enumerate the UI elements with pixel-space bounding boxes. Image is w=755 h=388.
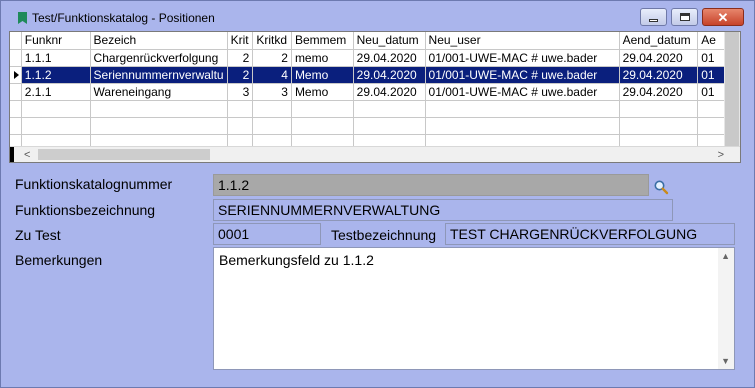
cell-neu-user[interactable]: 01/001-UWE-MAC # uwe.bader [425, 66, 620, 84]
column-header[interactable]: Kritkd [252, 32, 292, 50]
column-header[interactable]: Bezeich [90, 32, 228, 50]
cell-neu-datum[interactable]: 29.04.2020 [353, 66, 426, 84]
cell-bemmem[interactable]: Memo [291, 66, 354, 84]
grid-horizontal-scrollbar[interactable]: < > [10, 146, 740, 162]
maximize-icon [679, 13, 690, 21]
row-indicator-header [10, 32, 22, 50]
grid-header-row: Funknr Bezeich Krit Kritkd Bemmem Neu_da… [10, 32, 726, 50]
cell-kritkd[interactable]: 2 [252, 49, 292, 67]
cell-funknr[interactable]: 1.1.1 [21, 49, 91, 67]
row-indicator[interactable] [10, 83, 22, 101]
cell-krit[interactable]: 2 [227, 49, 254, 67]
table-row[interactable]: 1.1.1 Chargenrückverfolgung 2 2 memo 29.… [10, 49, 726, 67]
minimize-icon [649, 18, 658, 22]
cell-neu-datum[interactable]: 29.04.2020 [353, 83, 426, 101]
memo-scrollbar[interactable]: ▲ ▼ [718, 248, 734, 369]
bookmark-icon [18, 12, 27, 24]
vertical-scroll-thumb[interactable] [725, 32, 739, 147]
grid-viewport: Funknr Bezeich Krit Kritkd Bemmem Neu_da… [10, 32, 726, 147]
cell-neu-user[interactable]: 01/001-UWE-MAC # uwe.bader [425, 49, 620, 67]
scroll-up-icon[interactable]: ▲ [721, 251, 730, 261]
column-header[interactable]: Krit [227, 32, 254, 50]
bemerkungen-memo[interactable]: Bemerkungsfeld zu 1.1.2 ▲ ▼ [213, 247, 735, 370]
cell-krit[interactable]: 3 [227, 83, 254, 101]
close-button[interactable]: ✕ [702, 8, 744, 26]
cell-kritkd[interactable]: 4 [252, 66, 292, 84]
row-indicator[interactable] [10, 49, 22, 67]
cell-bezeich[interactable]: Seriennummernverwaltu [90, 66, 228, 84]
row-indicator[interactable] [10, 66, 22, 84]
cell-neu-user[interactable]: 01/001-UWE-MAC # uwe.bader [425, 83, 620, 101]
column-header[interactable]: Neu_datum [353, 32, 426, 50]
cell-bemmem[interactable]: Memo [291, 83, 354, 101]
cell-bemmem[interactable]: memo [291, 49, 354, 67]
scroll-down-icon[interactable]: ▼ [721, 356, 730, 366]
cell-bezeich[interactable]: Chargenrückverfolgung [90, 49, 228, 67]
horizontal-scroll-thumb[interactable] [38, 149, 210, 160]
title-bar[interactable]: Test/Funktionskatalog - Positionen ✕ [1, 1, 754, 31]
empty-row[interactable] [10, 100, 726, 118]
cell-aend-datum[interactable]: 29.04.2020 [619, 66, 699, 84]
scroll-edge-marker [10, 147, 14, 162]
cell-funknr[interactable]: 1.1.2 [21, 66, 91, 84]
column-header[interactable]: Ae [697, 32, 726, 50]
table-row[interactable]: 2.1.1 Wareneingang 3 3 Memo 29.04.2020 0… [10, 83, 726, 101]
bezeichnung-label: Funktionsbezeichnung [15, 202, 156, 218]
empty-row[interactable] [10, 117, 726, 135]
katalognummer-field[interactable]: 1.1.2 [213, 174, 649, 196]
minimize-button[interactable] [640, 8, 667, 26]
table-row-selected[interactable]: 1.1.2 Seriennummernverwaltu 2 4 Memo 29.… [10, 66, 726, 84]
cell-neu-datum[interactable]: 29.04.2020 [353, 49, 426, 67]
cell-ae[interactable]: 01 [697, 49, 726, 67]
window: Test/Funktionskatalog - Positionen ✕ Fun… [0, 0, 755, 388]
bezeichnung-field[interactable]: SERIENNUMMERNVERWALTUNG [213, 199, 673, 221]
testbez-field[interactable]: TEST CHARGENRÜCKVERFOLGUNG [445, 223, 735, 245]
cell-ae[interactable]: 01 [697, 83, 726, 101]
cell-kritkd[interactable]: 3 [252, 83, 292, 101]
cell-bezeich[interactable]: Wareneingang [90, 83, 228, 101]
positions-grid[interactable]: Funknr Bezeich Krit Kritkd Bemmem Neu_da… [9, 31, 741, 163]
bemerkungen-label: Bemerkungen [15, 252, 103, 268]
bemerkungen-text: Bemerkungsfeld zu 1.1.2 [219, 252, 374, 268]
magnifier-icon[interactable] [653, 179, 669, 195]
window-title: Test/Funktionskatalog - Positionen [32, 11, 215, 25]
grid-table: Funknr Bezeich Krit Kritkd Bemmem Neu_da… [10, 32, 726, 147]
cell-ae[interactable]: 01 [697, 66, 726, 84]
testbez-label: Testbezeichnung [331, 227, 437, 243]
cell-krit[interactable]: 2 [227, 66, 254, 84]
window-controls: ✕ [640, 8, 744, 26]
scroll-left-icon[interactable]: < [24, 149, 30, 161]
katalognummer-label: Funktionskatalognummer [15, 176, 173, 192]
close-icon: ✕ [717, 9, 729, 25]
grid-vertical-scrollbar[interactable] [724, 32, 740, 147]
zutest-label: Zu Test [15, 227, 61, 243]
column-header[interactable]: Funknr [21, 32, 91, 50]
column-header[interactable]: Aend_datum [619, 32, 699, 50]
scroll-right-icon[interactable]: > [718, 149, 724, 161]
cell-aend-datum[interactable]: 29.04.2020 [619, 83, 699, 101]
cell-funknr[interactable]: 2.1.1 [21, 83, 91, 101]
zutest-field[interactable]: 0001 [213, 223, 321, 245]
cell-aend-datum[interactable]: 29.04.2020 [619, 49, 699, 67]
current-row-arrow-icon [14, 70, 19, 79]
column-header[interactable]: Bemmem [291, 32, 354, 50]
column-header[interactable]: Neu_user [425, 32, 620, 50]
maximize-button[interactable] [671, 8, 698, 26]
